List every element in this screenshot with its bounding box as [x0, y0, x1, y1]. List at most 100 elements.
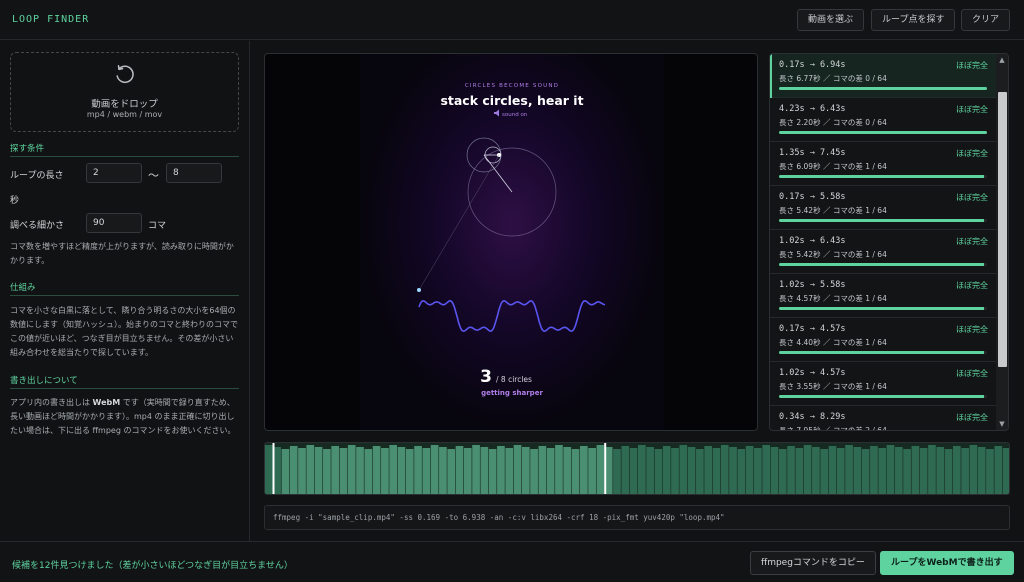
timeline-frame	[265, 445, 273, 494]
timeline-frame	[820, 449, 829, 494]
timeline-frame	[977, 447, 986, 494]
scrollbar-thumb[interactable]	[998, 92, 1007, 367]
candidate-row[interactable]: 0.17s → 4.57s ほぼ完全 長さ 4.40秒 ／ コマの差 1 / 64	[770, 318, 996, 362]
candidate-meta: 長さ 4.57秒 ／ コマの差 1 / 64	[779, 294, 887, 303]
timeline-frame	[671, 448, 679, 494]
candidate-score-bar	[779, 175, 987, 178]
sidebar: 動画をドロップ mp4 / webm / mov 探す条件 ループの長さ 〜 秒…	[0, 41, 250, 541]
timeline-frame	[870, 446, 878, 494]
timeline-frame	[729, 447, 737, 494]
timeline-frame	[770, 447, 779, 494]
timeline-frame	[497, 446, 505, 494]
video-preview[interactable]: CIRCLES BECOME SOUND stack circles, hear…	[264, 53, 758, 431]
candidate-row[interactable]: 0.34s → 8.29s ほぼ完全長さ 7.95秒 ／ コマの差 2 / 64	[770, 406, 996, 431]
candidate-quality: ほぼ完全	[956, 413, 988, 422]
timeline-frame	[853, 447, 862, 494]
timeline-frame	[422, 448, 431, 494]
seconds-unit: 秒	[10, 196, 20, 206]
candidate-row[interactable]: 1.02s → 4.57s ほぼ完全 長さ 3.55秒 ／ コマの差 1 / 64	[770, 362, 996, 406]
timeline-frame	[662, 446, 671, 494]
candidate-row[interactable]: 1.02s → 5.58s ほぼ完全 長さ 4.57秒 ／ コマの差 1 / 64	[770, 274, 996, 318]
candidate-range: 0.34s → 8.29s	[779, 412, 846, 422]
timeline-frame	[613, 449, 621, 494]
find-loops-button[interactable]: ループ点を探す	[871, 9, 956, 31]
loop-min-input[interactable]	[86, 163, 142, 183]
candidate-row[interactable]: 1.02s → 6.43s ほぼ完全 長さ 5.42秒 ／ コマの差 1 / 64	[770, 230, 996, 274]
timeline-frame	[323, 449, 331, 494]
export-webm-button[interactable]: ループをWebMで書き出す	[880, 551, 1014, 575]
candidate-range: 1.02s → 5.58s	[779, 280, 846, 290]
preview-subtitle: getting sharper	[481, 389, 543, 397]
clear-button[interactable]: クリア	[961, 9, 1011, 31]
timeline-frame	[894, 447, 903, 494]
timeline-frame	[704, 446, 712, 494]
timeline-frame	[969, 445, 978, 494]
candidate-score-fill	[779, 175, 984, 178]
candidate-list[interactable]: 0.17s → 6.94s ほぼ完全 長さ 6.77秒 ／ コマの差 0 / 64 4…	[769, 53, 1009, 431]
candidate-row[interactable]: 4.23s → 6.43s ほぼ完全 長さ 2.20秒 ／ コマの差 0 / 64	[770, 98, 996, 142]
candidate-quality: ほぼ完全	[956, 237, 988, 246]
select-video-button[interactable]: 動画を選ぶ	[797, 9, 865, 31]
scroll-up-icon[interactable]: ▲	[996, 54, 1008, 66]
scroll-down-icon[interactable]: ▼	[996, 418, 1008, 430]
video-dropzone[interactable]: 動画をドロップ mp4 / webm / mov	[10, 52, 239, 132]
waveform	[418, 299, 606, 333]
copy-ffmpeg-button[interactable]: ffmpegコマンドをコピー	[750, 551, 876, 575]
candidate-range: 1.02s → 4.57s	[779, 368, 846, 378]
timeline-frame	[787, 446, 795, 494]
candidate-range: 0.17s → 6.94s	[779, 60, 846, 70]
candidate-score-bar	[779, 395, 987, 398]
dropzone-title: 動画をドロップ	[91, 99, 158, 110]
timeline-frame	[952, 446, 961, 494]
loop-length-label: ループの長さ	[10, 171, 64, 181]
app-window: LOOP FINDER 動画を選ぶ ループ点を探す クリア 動画をドロップ mp…	[0, 0, 1024, 582]
preview-headline: stack circles, hear it	[440, 93, 583, 108]
export-text: アプリ内の書き出しは WebM です（実時間で録り直すため、長い動画ほど時間がか…	[10, 396, 239, 438]
loop-max-input[interactable]	[166, 163, 222, 183]
timeline-frame	[306, 445, 315, 494]
candidate-meta: 長さ 7.95秒 ／ コマの差 2 / 64	[779, 426, 887, 431]
candidate-row[interactable]: 1.35s → 7.45s ほぼ完全 長さ 6.09秒 ／ コマの差 1 / 64	[770, 142, 996, 186]
timeline-frame	[795, 448, 804, 494]
timeline-frame	[588, 448, 596, 494]
timeline-frame	[314, 447, 323, 494]
candidate-range: 4.23s → 6.43s	[779, 104, 846, 114]
trace-line	[418, 154, 500, 291]
candidate-row[interactable]: 0.17s → 6.94s ほぼ完全 長さ 6.77秒 ／ コマの差 0 / 64	[770, 54, 996, 98]
video-frame: CIRCLES BECOME SOUND stack circles, hear…	[360, 54, 664, 430]
loop-end-marker[interactable]	[604, 443, 607, 495]
search-conditions-heading: 探す条件	[10, 142, 239, 157]
candidate-row[interactable]: 0.17s → 5.58s ほぼ完全 長さ 5.42秒 ／ コマの差 1 / 64	[770, 186, 996, 230]
candidate-score-bar	[779, 307, 987, 310]
candidate-score-fill	[779, 263, 984, 266]
candidate-quality: ほぼ完全	[956, 149, 988, 158]
timeline-frame	[389, 445, 398, 494]
candidate-score-fill	[779, 395, 984, 398]
timeline-frame	[439, 447, 447, 494]
candidate-meta: 長さ 6.77秒 ／ コマの差 0 / 64	[779, 74, 887, 83]
loop-start-marker[interactable]	[272, 443, 275, 495]
timeline-frame	[778, 449, 787, 494]
timeline-frame	[289, 446, 298, 494]
timeline-frame	[745, 446, 754, 494]
timeline-frame	[455, 446, 464, 494]
timeline-frame	[638, 445, 646, 494]
circle-count-suffix: / 8 circles	[496, 375, 532, 384]
candidate-quality: ほぼ完全	[956, 105, 988, 114]
timeline-frame	[679, 445, 688, 494]
candidate-meta: 長さ 5.42秒 ／ コマの差 1 / 64	[779, 250, 887, 259]
mechanism-text: コマを小さな白黒に落として、隣り合う明るさの大小を64個の数値にします（知覚ハッ…	[10, 306, 238, 357]
timeline-frame	[629, 448, 638, 494]
granularity-input[interactable]	[86, 213, 142, 233]
timeline-frame	[488, 449, 497, 494]
export-text-before: アプリ内の書き出しは	[10, 398, 90, 407]
granularity-note: コマ数を増やすほど精度が上がりますが、読み取りに時間がかかります。	[10, 242, 234, 265]
candidate-score-bar	[779, 131, 987, 134]
timeline[interactable]	[264, 442, 1010, 495]
ffmpeg-command[interactable]: ffmpeg -i "sample_clip.mp4" -ss 0.169 -t…	[264, 505, 1010, 530]
timeline-frame	[803, 445, 812, 494]
timeline-frame	[878, 448, 887, 494]
export-format: WebM	[92, 398, 121, 407]
timeline-frame	[646, 447, 654, 494]
timeline-frame	[986, 449, 994, 494]
